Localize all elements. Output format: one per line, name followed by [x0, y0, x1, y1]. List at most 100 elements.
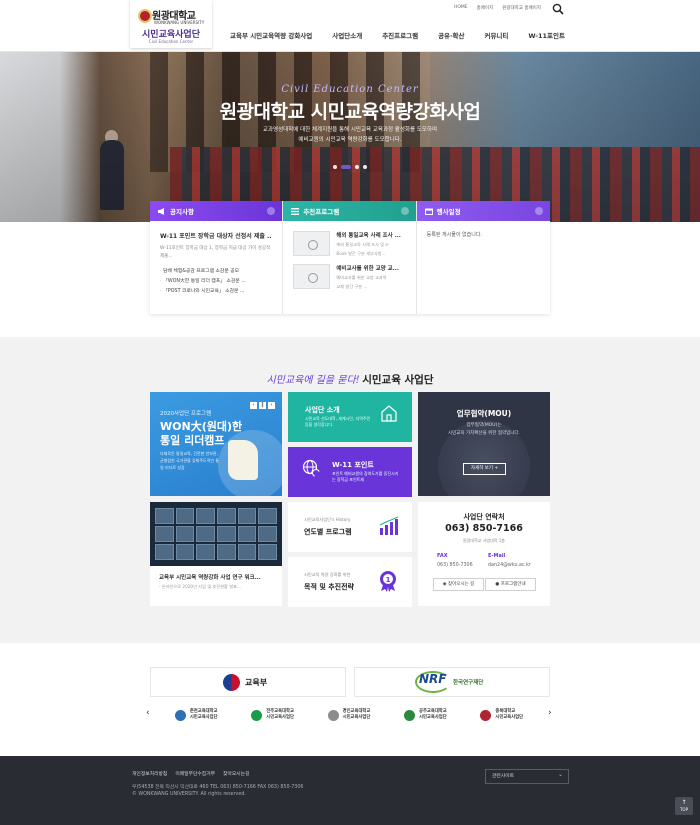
partner-logo-icon [251, 709, 263, 721]
footer-address: 우)54538 전북 익산시 익산대로 460 TEL 063) 850-716… [132, 785, 304, 790]
nav-item-share[interactable]: 공유·확산 [438, 30, 464, 40]
camp-next-button[interactable]: › [268, 402, 275, 409]
hero-dot-4[interactable] [363, 165, 367, 169]
camp-pause-button[interactable]: ‖ [259, 402, 266, 409]
goal-tile[interactable]: 시민교육 역량 강화를 위한 목적 및 추진전략 1 [288, 557, 412, 607]
hero-description: 교과영성대학에 대한 체계지원을 통해 시민교육 교육과정 활성화를 도모하며 … [0, 125, 700, 145]
svg-text:1: 1 [386, 576, 391, 584]
nav-item-project[interactable]: 교육부 시민교육역량 강화사업 [230, 30, 312, 40]
partner-item[interactable]: 충북대학교 시민교육사업단 [464, 704, 540, 726]
list-item[interactable]: 예비교사를 위한 교양 교... 예비교사를 위한 교양 교과목 교재 발간 구… [293, 264, 405, 290]
partner-nrf[interactable]: NRF 한국연구재단 [354, 667, 550, 697]
nav-item-community[interactable]: 커뮤니티 [484, 30, 508, 40]
goal-label: 시민교육 역량 강화를 위한 [304, 572, 351, 577]
hero-desc-line-2: 예비교원의 시민교육 역량강화를 도모합니다. [298, 137, 402, 143]
w11-tile[interactable]: W-11 포인트 포인트 예비교원의 참여도가를 증진시키는 장학금 포인트제 [288, 447, 412, 497]
logo-center-en: Civil Education Center [148, 39, 194, 44]
camp-prev-button[interactable]: ‹ [250, 402, 257, 409]
partner-item[interactable]: 춘천교육대학교 시민교육사업단 [158, 704, 234, 726]
program-thumbnail [293, 231, 331, 256]
partner-name-1: 경인교육대학교 [342, 709, 371, 714]
contact-phone: 063) 850-7166 [445, 523, 523, 534]
megaphone-icon [158, 207, 164, 215]
partner-name-1: 공주교육대학교 [419, 709, 447, 714]
history-tile[interactable]: 시민교육사업단's History 연도별 프로그램 [288, 502, 412, 552]
notice-more-icon[interactable] [267, 207, 276, 215]
intro-tile[interactable]: 사업단 소개 시민교육 선도대학, 세계시민, 지역주민 등을 생각합니다. [288, 392, 412, 442]
nrf-logo-icon: NRF [419, 672, 447, 686]
directions-label: 찾아오시는 길 [448, 582, 475, 587]
mou-desc: 업무협약(MOU)는 시민교육 가치확산을 위한 협약입니다. [418, 422, 550, 438]
partners-prev-button[interactable]: ‹ [146, 708, 150, 718]
program-desc: Book 발간 구분 세부사항... [336, 251, 386, 256]
email-label: E-Mail [488, 553, 506, 559]
nav-item-programs[interactable]: 추진프로그램 [382, 30, 418, 40]
hero-desc-line-1: 교과영성대학에 대한 체계지원을 통해 시민교육 교육과정 활성화를 도모하며 [262, 127, 438, 133]
notice-header[interactable]: 공지사항 [150, 201, 283, 221]
goal-title: 목적 및 추진전략 [304, 583, 354, 591]
list-item[interactable]: 「WON大한 통일 리더 캠프」 소감문 ... [160, 277, 272, 287]
program-desc: 해외 통일교육 사례 조사 및 e- [336, 242, 390, 247]
partner-moe[interactable]: 교육부 [150, 667, 346, 697]
program-desc: 교재 발간 구분 ... [336, 284, 368, 289]
program-title: 해외 통일교육 사례 조사 ... [336, 233, 401, 239]
recommend-header[interactable]: 추천프로그램 [283, 201, 416, 221]
partner-item[interactable]: 경인교육대학교 시민교육사업단 [311, 704, 387, 726]
program-guide-button[interactable]: ● 프로그램안내 [485, 578, 536, 591]
logo-university-en: WONKWANG UNIVERSITY [154, 20, 205, 25]
intro-desc: 시민교육 선도대학, 세계시민, 지역주민 등을 생각합니다. [305, 416, 371, 427]
list-item[interactable]: 해외 통일교육 사례 조사 ... 해외 통일교육 사례 조사 및 e- Boo… [293, 231, 405, 257]
list-item[interactable]: 「POST 코로나와 시민교육」 소감문 ... [160, 287, 272, 297]
footer-copyright: © WONKWANG UNIVERSITY. All rights reserv… [132, 792, 246, 797]
medal-icon: 1 [380, 571, 396, 592]
contact-location: 원광대학교 사범대학 1층 [463, 538, 505, 543]
w11-desc: 포인트 예비교원의 참여도가를 증진시키는 장학금 포인트제 [332, 471, 399, 482]
family-site-select[interactable]: 관련사이트 [485, 768, 569, 784]
event-header[interactable]: 행사일정 [416, 201, 550, 221]
directions-button[interactable]: ◉ 찾아오시는 길 [433, 578, 484, 591]
scroll-top-button[interactable]: ↑ TOP [675, 797, 693, 815]
mou-desc-line-1: 업무협약(MOU)는 [466, 423, 502, 428]
video-card[interactable]: 교육부 시민교육 역량강화 사업 연구 워크... - 온라인으로 2020년 … [150, 502, 282, 606]
partner-item[interactable]: 공주교육대학교 시민교육사업단 [387, 704, 463, 726]
nav-item-w11[interactable]: W-11포인트 [528, 30, 565, 40]
section-title-bold: 시민교육 사업단 [362, 374, 434, 386]
section-title: 시민교육에 길을 묻다! 시민교육 사업단 [0, 371, 700, 387]
partner-name-2: 시민교육사업단 [189, 715, 218, 720]
intro-title: 사업단 소개 [305, 406, 340, 414]
hero-dot-1[interactable] [333, 165, 337, 169]
video-conference-thumbnail [150, 502, 282, 566]
recommend-more-icon[interactable] [400, 207, 409, 215]
util-link-homepage[interactable]: 홈페이지 [477, 5, 494, 11]
search-icon[interactable] [552, 3, 564, 15]
video-title: 교육부 시민교육 역량강화 사업 연구 워크... [159, 575, 261, 581]
building-icon [381, 405, 397, 422]
site-logo[interactable]: 원광대학교 WONKWANG UNIVERSITY 시민교육사업단 Civil … [130, 0, 212, 48]
fax-value: 063) 850-7306 [437, 563, 473, 568]
privacy-policy-link[interactable]: 개인정보처리방침 [132, 770, 167, 777]
camp-banner[interactable]: ‹ ‖ › 2020사업단 프로그램 WON大(원대)한 통일 리더캠프 다채로… [150, 392, 282, 496]
notice-featured-title[interactable]: W-11 포인트 장학금 대상자 선정서 제출 ... [160, 231, 272, 240]
partners-next-button[interactable]: › [548, 708, 552, 718]
info-panels: 공지사항 W-11 포인트 장학금 대상자 선정서 제출 ... W-11포인트… [150, 201, 550, 314]
hero-dot-2[interactable] [341, 165, 351, 169]
directions-link[interactable]: 찾아오시는길 [223, 770, 249, 777]
util-link-university[interactable]: 원광대학교 홈페이지 [502, 5, 541, 11]
partner-item[interactable]: 전주교육대학교 시민교육사업단 [234, 704, 310, 726]
history-title: 연도별 프로그램 [304, 528, 352, 536]
email-value[interactable]: dan24@wku.ac.kr [488, 563, 531, 568]
mou-more-button[interactable]: 자세히 보기 + [463, 463, 506, 475]
event-label: 행사일정 [436, 208, 461, 216]
event-more-icon[interactable] [534, 207, 543, 215]
nav-item-about[interactable]: 사업단소개 [332, 30, 362, 40]
email-policy-link[interactable]: 이메일무단수집거부 [175, 770, 215, 777]
hero-dot-3[interactable] [355, 165, 359, 169]
partner-name-1: 충북대학교 [495, 709, 516, 714]
footer-links: 개인정보처리방침 이메일무단수집거부 찾아오시는길 [132, 770, 250, 777]
mou-title: 업무협약(MOU) [456, 409, 512, 418]
list-item[interactable]: 담배 체험&공감 프로그램 소감문 공모 [160, 267, 272, 277]
partner-logo-icon [404, 709, 416, 721]
util-link-home[interactable]: HOME [454, 5, 468, 11]
program-desc: 예비교사를 위한 교양 교과목 [336, 275, 387, 280]
top-label: TOP [679, 807, 688, 812]
